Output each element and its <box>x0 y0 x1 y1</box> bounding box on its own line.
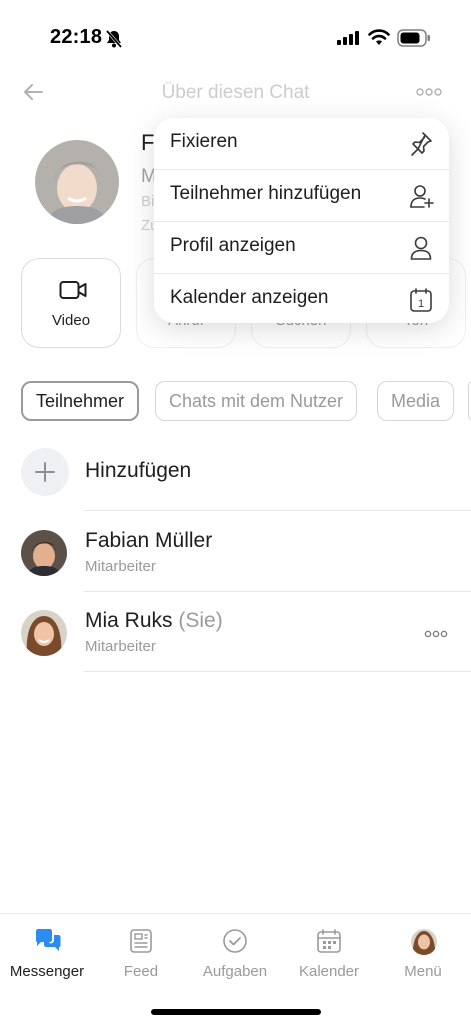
video-button[interactable]: Video <box>21 258 121 348</box>
tab-calendar[interactable]: Kalender <box>282 914 376 994</box>
avatar <box>21 610 67 656</box>
tab-feed[interactable]: Feed <box>94 914 188 994</box>
self-indicator: (Sie) <box>178 609 223 632</box>
menu-item-label: Kalender anzeigen <box>170 287 329 308</box>
divider <box>84 671 471 672</box>
menu-item-label: Profil anzeigen <box>170 235 296 256</box>
avatar-menu-icon <box>411 929 437 955</box>
menu-item-pin[interactable]: Fixieren <box>154 118 449 169</box>
calendar-icon-day: 1 <box>418 298 424 310</box>
member-name-text: Mia Ruks <box>85 609 173 632</box>
header: Über diesen Chat <box>0 72 471 112</box>
status-time: 22:18 <box>50 26 103 48</box>
profile-name: F <box>141 130 155 155</box>
profile-detail: Bi <box>141 193 155 210</box>
tab-label: Menü <box>404 963 442 980</box>
chip-participants[interactable]: Teilnehmer <box>21 381 140 421</box>
member-name: Fabian Müller <box>85 529 212 553</box>
page-title: Über diesen Chat <box>161 82 310 103</box>
signal-icon <box>337 31 359 45</box>
tasks-icon <box>223 929 247 953</box>
tab-bar: Messenger Feed Aufgaben Kalender Menü <box>0 913 471 1024</box>
battery-icon <box>397 29 430 47</box>
tab-menu[interactable]: Menü <box>376 914 470 994</box>
chip-media[interactable]: Media <box>377 381 455 421</box>
divider <box>84 510 471 511</box>
profile-avatar[interactable] <box>35 140 119 224</box>
menu-item-add-participants[interactable]: Teilnehmer hinzufügen <box>154 170 449 221</box>
plus-icon <box>35 462 55 482</box>
member-role: Mitarbeiter <box>85 558 156 575</box>
video-button-label: Video <box>51 312 91 329</box>
tab-label: Feed <box>123 963 159 980</box>
add-participant-label: Hinzufügen <box>85 459 192 482</box>
bell-muted-icon <box>105 30 123 48</box>
chip-chats-with-user[interactable]: Chats mit dem Nutzer <box>155 381 358 421</box>
add-user-icon <box>410 185 434 208</box>
wifi-icon <box>368 29 390 45</box>
menu-item-label: Teilnehmer hinzufügen <box>170 183 362 204</box>
member-row[interactable]: Mia Ruks (Sie) Mitarbeiter <box>0 609 471 680</box>
home-indicator <box>151 1009 321 1015</box>
member-row[interactable]: Fabian Müller Mitarbeiter <box>0 529 471 600</box>
add-circle <box>21 448 69 496</box>
add-participant-row[interactable]: Hinzufügen <box>0 446 471 502</box>
menu-item-view-calendar[interactable]: Kalender anzeigen 1 <box>154 274 449 323</box>
calendar-tab-icon <box>317 929 341 953</box>
member-name-text: Fabian Müller <box>85 529 213 552</box>
context-menu: Fixieren Teilnehmer hinzufügen Profil an… <box>154 118 449 323</box>
menu-item-view-profile[interactable]: Profil anzeigen <box>154 222 449 273</box>
member-name: Mia Ruks (Sie) <box>85 609 223 633</box>
status-bar: 22:18 <box>0 0 471 72</box>
avatar <box>21 530 67 576</box>
user-icon <box>410 236 432 260</box>
tab-label: Aufgaben <box>202 963 268 980</box>
calendar-icon: 1 <box>410 288 432 312</box>
tab-label: Kalender <box>298 963 360 980</box>
tab-messenger[interactable]: Messenger <box>0 914 94 994</box>
divider <box>84 591 471 592</box>
tab-label: Messenger <box>9 963 85 980</box>
video-icon <box>59 281 87 299</box>
tab-tasks[interactable]: Aufgaben <box>188 914 282 994</box>
messenger-icon <box>36 929 61 951</box>
feed-icon <box>130 929 152 953</box>
pin-icon <box>411 132 432 156</box>
more-options-icon[interactable] <box>416 88 442 96</box>
menu-item-label: Fixieren <box>170 131 238 152</box>
member-role: Mitarbeiter <box>85 638 156 655</box>
member-more-icon[interactable] <box>424 630 448 638</box>
